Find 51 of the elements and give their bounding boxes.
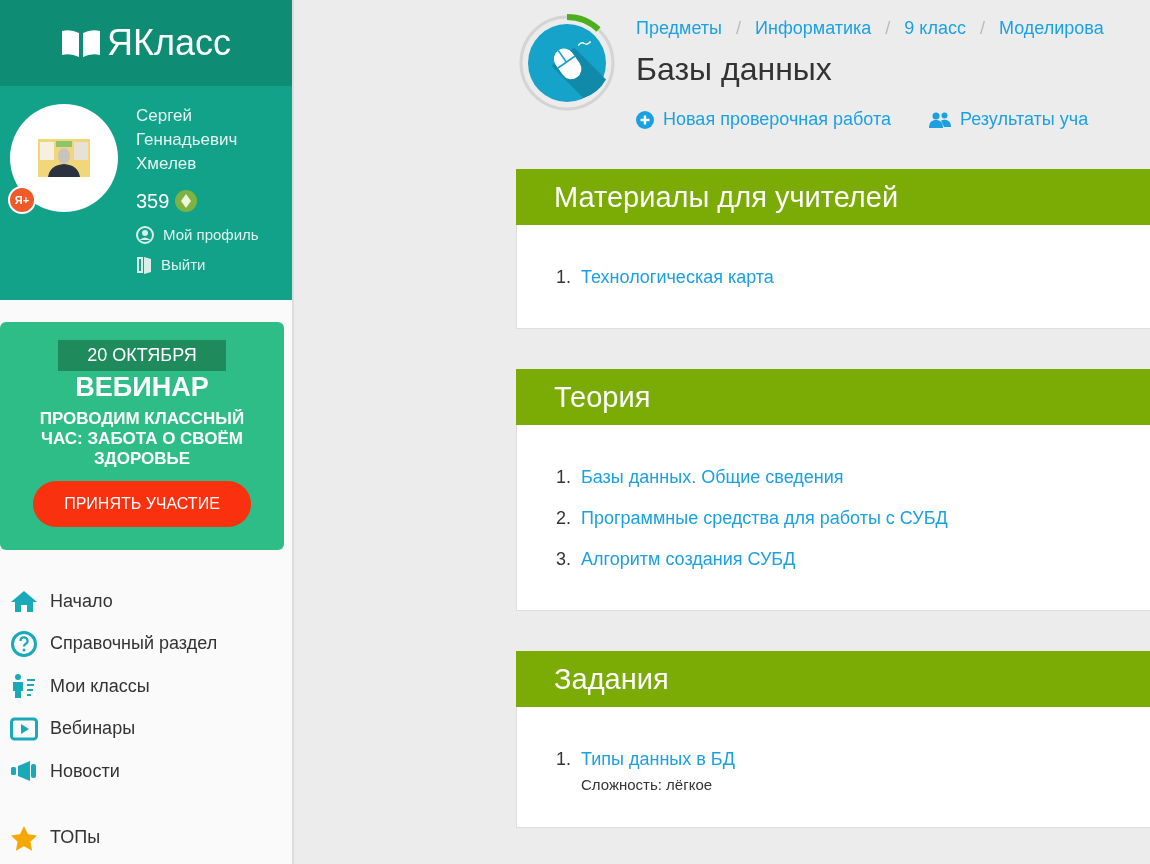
megaphone-icon [10,760,38,783]
action-link[interactable]: Новая проверочная работа [636,106,891,134]
breadcrumb-link[interactable]: 9 класс [904,15,966,42]
breadcrumb-separator: / [885,17,891,40]
banner-title: ВЕБИНАР [75,371,209,403]
item-number: 1. [555,466,571,490]
profile-link[interactable]: Мой профиль [136,224,259,247]
breadcrumb-link[interactable]: Предметы [636,15,723,42]
item-link[interactable]: Технологическая карта [581,257,774,299]
user-name: Сергей Геннадьевич Хмелев [136,105,239,175]
mouse-icon [528,24,606,102]
item-number: 1. [555,748,571,772]
item-number: 3. [555,548,571,572]
section-heading: Теория [516,369,1150,426]
section-heading: Материалы для учителей [516,169,1150,226]
nav-item[interactable]: Новости [10,750,292,793]
breadcrumb-link[interactable]: Информатика [755,15,872,42]
banner-subtitle: ПРОВОДИМ КЛАССНЫЙ ЧАС: ЗАБОТА О СВОЁМ ЗДОРОВЬЕ [38,409,246,469]
join-button[interactable]: ПРИНЯТЬ УЧАСТИЕ [33,481,251,527]
breadcrumb-separator: / [736,17,742,40]
star-icon [10,824,38,851]
nav-item[interactable]: Мои классы [10,665,292,708]
item-number: 1. [555,266,571,290]
home-icon [10,589,38,614]
banner-date: 20 ОКТЯБРЯ [58,340,226,371]
door-icon [136,255,152,274]
page-title: Базы данных [636,50,833,89]
profile-link[interactable]: Выйти [136,253,259,276]
action-link[interactable]: Результаты уча [929,106,1089,134]
breadcrumb-link[interactable]: Моделирова [999,15,1104,42]
nav-item[interactable]: ТОПы [10,816,292,859]
item-link[interactable]: Базы данных. Общие сведения [581,457,844,499]
help-icon [10,629,38,658]
nav-item[interactable]: Вебинары [10,707,292,750]
nav-item[interactable]: Начало [10,580,292,623]
gem-icon [175,190,198,212]
video-icon [10,716,38,741]
breadcrumb-separator: / [979,17,985,40]
logo-text: ЯКласс [107,25,231,61]
item-link[interactable]: Алгоритм создания СУБД [581,539,796,581]
book-icon [61,28,101,58]
person-list-icon [10,673,38,700]
item-link[interactable]: Программные средства для работы с СУБД [581,498,948,540]
section-heading: Задания [516,651,1150,708]
people-icon [929,110,951,129]
points-count: 359 [136,189,170,214]
user-icon [136,226,154,245]
add-icon [636,110,654,129]
nav-item[interactable]: Справочный раздел [10,622,292,665]
item-number: 2. [555,507,571,531]
premium-badge: Я+ [8,186,36,214]
